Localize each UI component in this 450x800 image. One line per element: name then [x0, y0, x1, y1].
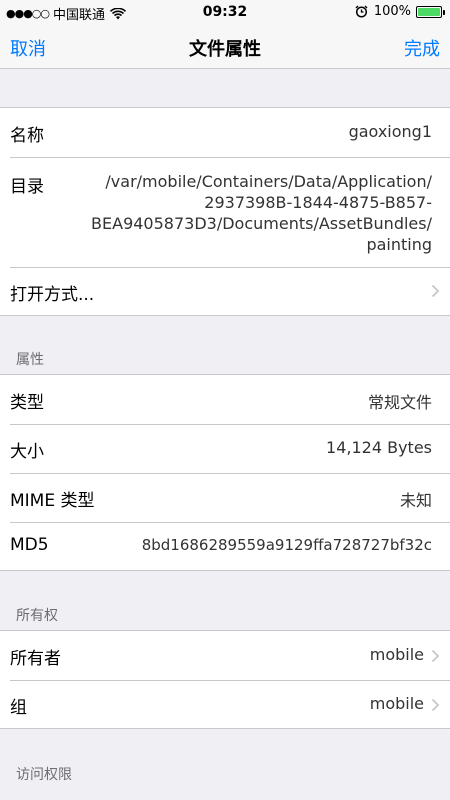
size-row: 大小 14,124 Bytes [0, 424, 450, 473]
group-label: 组 [10, 698, 27, 718]
type-row: 类型 常规文件 [0, 375, 450, 424]
mime-type-label: MIME 类型 [10, 491, 95, 511]
access-header: 访问权限 [16, 767, 72, 783]
open-with-label: 打开方式... [10, 285, 95, 305]
owner-label: 所有者 [10, 649, 61, 669]
status-right: 100% [355, 4, 445, 19]
battery-cap [443, 9, 445, 15]
battery-icon [416, 5, 445, 18]
battery-percent: 100% [373, 4, 411, 19]
name-value: gaoxiong1 [348, 122, 432, 141]
size-value: 14,124 Bytes [326, 438, 432, 457]
directory-line-3: BEA9405873D3/Documents/AssetBundles/ [91, 214, 432, 233]
chevron-right-icon [431, 284, 440, 298]
owner-value: mobile [369, 645, 424, 664]
directory-row: 目录 /var/mobile/Containers/Data/Applicati… [0, 157, 450, 267]
properties-header: 属性 [16, 352, 44, 368]
chevron-right-icon [431, 698, 440, 712]
name-row: 名称 gaoxiong1 [0, 108, 450, 157]
done-button[interactable]: 完成 [404, 35, 440, 61]
type-label: 类型 [10, 393, 44, 413]
directory-line-2: 2937398B-1844-4875-B857- [204, 193, 432, 212]
size-label: 大小 [10, 442, 44, 462]
page-title: 文件属性 [189, 39, 261, 60]
ownership-group: 所有者 mobile 组 mobile [0, 630, 450, 729]
mime-type-row: MIME 类型 未知 [0, 473, 450, 522]
directory-value: /var/mobile/Containers/Data/Application/… [91, 171, 432, 255]
directory-line-4: painting [366, 235, 432, 254]
md5-row: MD5 8bd1686289559a9129ffa728727bf32c [0, 522, 450, 570]
open-with-row[interactable]: 打开方式... [0, 267, 450, 315]
directory-line-1: /var/mobile/Containers/Data/Application/ [105, 172, 432, 191]
ownership-header: 所有权 [16, 608, 58, 624]
status-bar: ●●●○○ 中国联通 09:32 100% [0, 0, 450, 24]
md5-value: 8bd1686289559a9129ffa728727bf32c [141, 536, 432, 554]
properties-group: 类型 常规文件 大小 14,124 Bytes MIME 类型 未知 MD5 8… [0, 374, 450, 571]
directory-label: 目录 [10, 177, 44, 197]
type-value: 常规文件 [367, 393, 432, 412]
navigation-bar: 取消 文件属性 完成 [0, 24, 450, 69]
owner-row[interactable]: 所有者 mobile [0, 631, 450, 680]
md5-label: MD5 [10, 535, 49, 555]
alarm-clock-icon [355, 5, 368, 18]
mime-type-value: 未知 [399, 491, 432, 510]
name-label: 名称 [10, 126, 44, 146]
group-row[interactable]: 组 mobile [0, 680, 450, 728]
chevron-right-icon [431, 649, 440, 663]
group-value: mobile [369, 694, 424, 713]
file-info-group: 名称 gaoxiong1 目录 /var/mobile/Containers/D… [0, 107, 450, 316]
battery-fill [418, 7, 440, 16]
